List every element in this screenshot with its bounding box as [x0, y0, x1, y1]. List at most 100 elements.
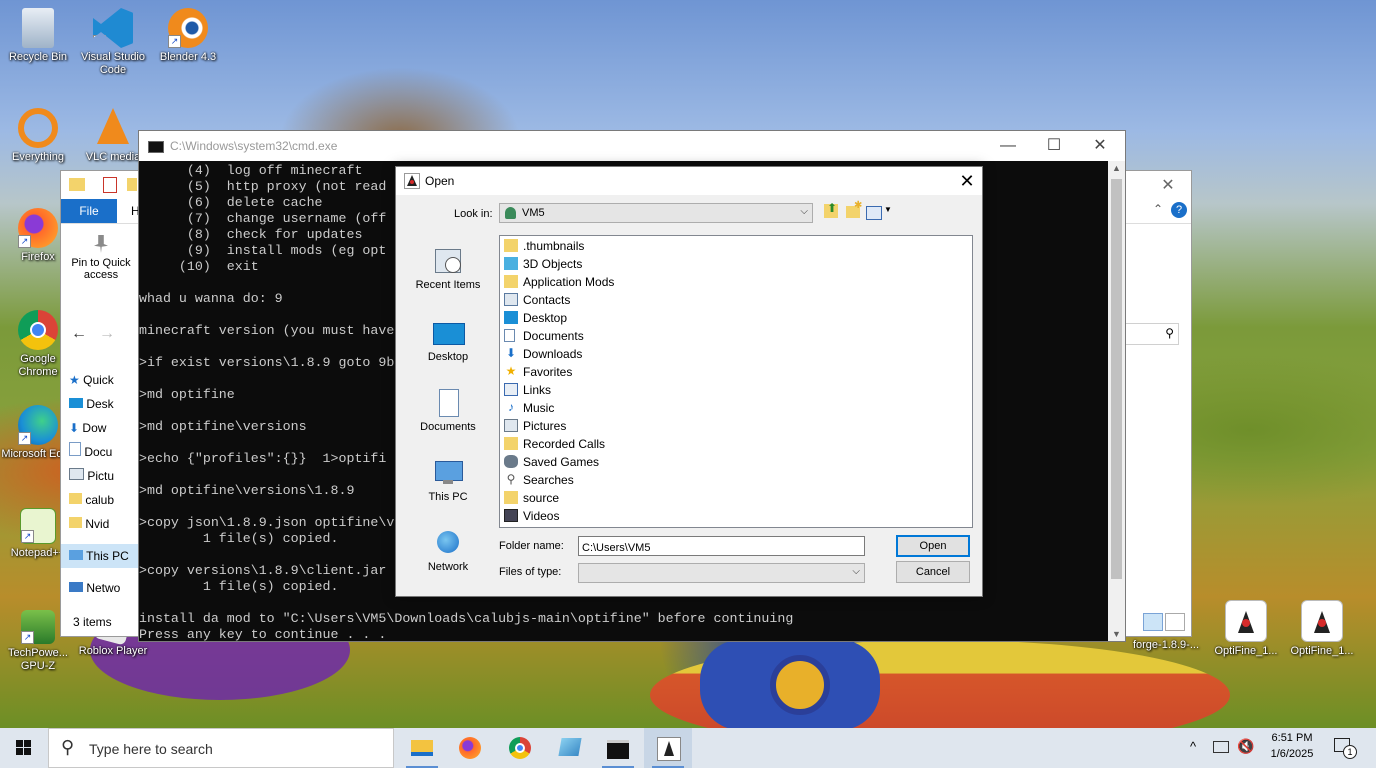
view-details-icon[interactable]	[1143, 613, 1163, 631]
desktop-icon-blender[interactable]: ↗ Blender 4.3	[150, 8, 226, 64]
close-button[interactable]: ✕	[1077, 131, 1123, 161]
file-list-item[interactable]: source	[504, 489, 964, 507]
files-of-type-label: Files of type:	[499, 566, 562, 578]
nav-back-icon[interactable]: ←	[71, 325, 87, 343]
desktop-icon-vscode[interactable]: ↗ Visual Studio Code	[75, 8, 151, 77]
chevron-down-icon: ⌵	[852, 566, 860, 577]
desktop-icon-label: VLC media	[85, 151, 141, 163]
nav-item-this-pc[interactable]: This PC	[61, 544, 145, 568]
documents-icon	[504, 329, 515, 342]
taskbar-chrome[interactable]	[496, 728, 544, 768]
desktop-icon-optifine-1[interactable]: OptiFine_1...	[1208, 600, 1284, 658]
desktop-icon-optifine-2[interactable]: OptiFine_1...	[1284, 600, 1360, 658]
files-of-type-combo[interactable]: ⌵	[578, 563, 865, 583]
desktop-icon	[504, 311, 518, 324]
cmd-line: install da mod to "C:\Users\VM5\Download…	[139, 611, 794, 626]
music-icon: ♪	[508, 400, 514, 414]
computer-icon	[69, 550, 83, 560]
file-list-item[interactable]: ⚲ Searches	[504, 471, 964, 489]
file-list-item[interactable]: ⬇ Downloads	[504, 345, 964, 363]
file-name: Recorded Calls	[523, 437, 606, 451]
nav-item-calub[interactable]: calub	[61, 488, 145, 512]
taskbar-file-explorer[interactable]	[398, 728, 446, 768]
nav-item-nvidia[interactable]: Nvid	[61, 512, 145, 536]
look-in-combo[interactable]: VM5 ⌵	[499, 203, 813, 223]
desktop-icon-recycle-bin[interactable]: Recycle Bin	[0, 8, 76, 64]
desktop-icon-label: Blender 4.3	[159, 51, 217, 63]
file-list-item[interactable]: Links	[504, 381, 964, 399]
place-this-pc[interactable]: This PC	[404, 459, 492, 503]
file-list-item[interactable]: .thumbnails	[504, 237, 964, 255]
place-network[interactable]: Network	[404, 529, 492, 573]
ribbon-tab-file[interactable]: File	[61, 199, 117, 223]
notification-button[interactable]: 1	[1334, 738, 1357, 759]
file-list-item[interactable]: Contacts	[504, 291, 964, 309]
help-icon[interactable]: ?	[1171, 202, 1187, 218]
minimize-button[interactable]: —	[985, 131, 1031, 161]
desktop-icon-everything[interactable]: Everything	[0, 108, 76, 164]
taskbar-app-generic[interactable]	[546, 728, 594, 768]
speaker-muted-icon[interactable]: 🔇	[1237, 738, 1254, 755]
nav-item-documents[interactable]: Docu	[61, 440, 145, 464]
documents-icon	[433, 389, 463, 417]
folder-icon	[411, 740, 433, 756]
vscode-icon: ↗	[93, 8, 133, 48]
file-list-item[interactable]: Pictures	[504, 417, 964, 435]
user-folder-icon	[505, 207, 516, 219]
ribbon-collapse-icon[interactable]: ⌃	[1153, 202, 1163, 216]
nav-item-quick-access[interactable]: ★ Quick	[61, 368, 145, 392]
file-list-item[interactable]: Videos	[504, 507, 964, 525]
nav-item-pictures[interactable]: Pictu	[61, 464, 145, 488]
desktop-icon	[69, 398, 83, 408]
pin-quick-access-button[interactable]: Pin to Quick access	[63, 235, 139, 281]
java-duke-icon	[404, 173, 420, 189]
file-list-item[interactable]: Application Mods	[504, 273, 964, 291]
clock[interactable]: 6:51 PM 1/6/2025	[1262, 732, 1322, 760]
open-dialog[interactable]: Open ✕ Look in: VM5 ⌵ ⬆ ✱ ▼ Recent Items…	[395, 166, 983, 597]
scroll-down-icon[interactable]: ▼	[1112, 629, 1121, 639]
folder-name-input[interactable]	[578, 536, 865, 556]
open-button[interactable]: Open	[896, 535, 970, 557]
new-folder-icon[interactable]: ✱	[846, 200, 862, 218]
file-list-item[interactable]: Desktop	[504, 309, 964, 327]
taskbar-java[interactable]	[644, 728, 692, 768]
saved-games-icon	[504, 455, 518, 468]
file-name: Saved Games	[523, 455, 600, 469]
file-list-item[interactable]: ♪ Music	[504, 399, 964, 417]
explorer-search-box[interactable]: ⚲	[1125, 323, 1179, 345]
nav-forward-icon[interactable]: →	[99, 325, 115, 343]
cmd-scrollbar[interactable]: ▲ ▼	[1108, 161, 1125, 641]
dialog-close-button[interactable]: ✕	[952, 167, 982, 195]
file-list-item[interactable]: Saved Games	[504, 453, 964, 471]
chevron-up-icon[interactable]: ^	[1190, 739, 1196, 754]
scrollbar-thumb[interactable]	[1111, 179, 1122, 579]
cancel-button[interactable]: Cancel	[896, 561, 970, 583]
dialog-titlebar[interactable]: Open ✕	[396, 167, 982, 195]
nav-item-network[interactable]: Netwo	[61, 576, 145, 600]
network-icon	[69, 582, 83, 592]
cmd-titlebar[interactable]: C:\Windows\system32\cmd.exe — ☐ ✕	[139, 131, 1125, 161]
network-icon[interactable]	[1213, 741, 1229, 753]
scroll-up-icon[interactable]: ▲	[1112, 163, 1121, 173]
maximize-button[interactable]: ☐	[1031, 131, 1077, 161]
file-list-item[interactable]: Documents	[504, 327, 964, 345]
view-menu-icon[interactable]: ▼	[866, 205, 892, 220]
view-large-icons-icon[interactable]	[1165, 613, 1185, 631]
taskbar-firefox[interactable]	[446, 728, 494, 768]
explorer-close-button[interactable]: ✕	[1145, 171, 1191, 201]
everything-search-icon	[18, 108, 58, 148]
place-recent-items[interactable]: Recent Items	[404, 247, 492, 291]
recent-items-icon	[433, 247, 463, 275]
taskbar-search[interactable]: ⚲ Type here to search	[48, 728, 394, 768]
taskbar-cmd[interactable]	[594, 728, 642, 768]
place-documents[interactable]: Documents	[404, 389, 492, 433]
file-list-item[interactable]: ★ Favorites	[504, 363, 964, 381]
file-list-item[interactable]: 3D Objects	[504, 255, 964, 273]
file-list-item[interactable]: Recorded Calls	[504, 435, 964, 453]
start-button[interactable]	[0, 728, 48, 768]
up-folder-icon[interactable]: ⬆	[824, 201, 838, 218]
place-desktop[interactable]: Desktop	[404, 319, 492, 363]
file-list[interactable]: .thumbnails 3D Objects Application Mods Con…	[499, 235, 973, 528]
nav-item-downloads[interactable]: ⬇ Dow	[61, 416, 145, 440]
nav-item-desktop[interactable]: Desk	[61, 392, 145, 416]
